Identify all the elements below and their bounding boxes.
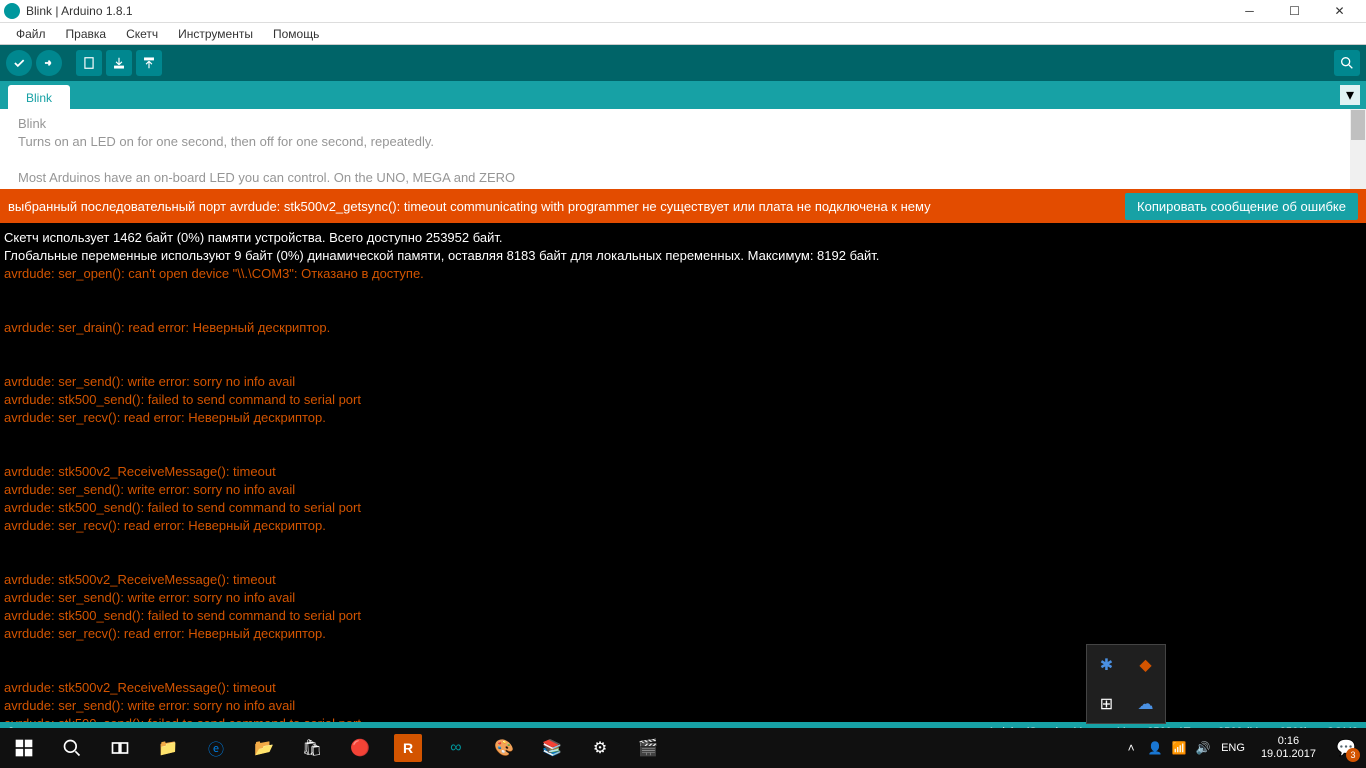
copy-error-button[interactable]: Копировать сообщение об ошибке [1125, 193, 1358, 220]
code-line: Turns on an LED on for one second, then … [18, 134, 434, 149]
console-error-line: avrdude: stk500v2_ReceiveMessage(): time… [4, 572, 276, 587]
titlebar: Blink | Arduino 1.8.1 ─ ☐ ✕ [0, 0, 1366, 23]
taskview-button[interactable] [96, 728, 144, 768]
console-error-line: avrdude: stk500v2_ReceiveMessage(): time… [4, 680, 276, 695]
menu-tools[interactable]: Инструменты [168, 25, 263, 43]
tray-language[interactable]: ENG [1215, 742, 1251, 754]
adobe-tray-icon[interactable]: ◆ [1126, 645, 1165, 684]
taskbar-video-icon[interactable]: 🎬 [624, 728, 672, 768]
taskbar-winrar-icon[interactable]: 📚 [528, 728, 576, 768]
taskbar-arduino-icon[interactable]: ∞ [432, 728, 480, 768]
menubar: Файл Правка Скетч Инструменты Помощь [0, 23, 1366, 45]
window-title: Blink | Arduino 1.8.1 [26, 4, 1227, 18]
minimize-button[interactable]: ─ [1227, 0, 1272, 22]
console-error-line: avrdude: ser_open(): can't open device "… [4, 266, 424, 281]
close-button[interactable]: ✕ [1317, 0, 1362, 22]
code-editor[interactable]: Blink Turns on an LED on for one second,… [0, 109, 1366, 189]
console-error-line: avrdude: stk500_send(): failed to send c… [4, 716, 361, 722]
taskbar-folder-icon[interactable]: 📂 [240, 728, 288, 768]
console-error-line: avrdude: stk500_send(): failed to send c… [4, 608, 361, 623]
verify-button[interactable] [6, 50, 32, 76]
console-line: Скетч использует 1462 байт (0%) памяти у… [4, 230, 503, 245]
console-error-line: avrdude: ser_recv(): read error: Неверны… [4, 626, 326, 641]
toolbar [0, 45, 1366, 81]
new-button[interactable] [76, 50, 102, 76]
taskbar-edge-icon[interactable]: ⓔ [192, 728, 240, 768]
tray-notifications-icon[interactable]: 💬3 [1326, 728, 1366, 768]
tabbar: Blink ▾ [0, 81, 1366, 109]
console-error-line: avrdude: stk500_send(): failed to send c… [4, 500, 361, 515]
code-scrollbar[interactable] [1350, 109, 1366, 189]
menu-help[interactable]: Помощь [263, 25, 329, 43]
taskbar-store-icon[interactable]: 🛍 [288, 728, 336, 768]
console-error-line: avrdude: stk500v2_ReceiveMessage(): time… [4, 464, 276, 479]
taskbar-paint-icon[interactable]: 🎨 [480, 728, 528, 768]
bluetooth-tray-icon[interactable]: ✱ [1087, 645, 1126, 684]
console-error-line: avrdude: ser_recv(): read error: Неверны… [4, 410, 326, 425]
tab-blink[interactable]: Blink [8, 85, 70, 109]
error-bar: выбранный последовательный порт avrdude:… [0, 189, 1366, 223]
menu-edit[interactable]: Правка [56, 25, 117, 43]
upload-button[interactable] [36, 50, 62, 76]
serial-monitor-button[interactable] [1334, 50, 1360, 76]
start-button[interactable] [0, 728, 48, 768]
code-line: Most Arduinos have an on-board LED you c… [18, 170, 515, 185]
taskbar-chrome-icon[interactable]: 🔴 [336, 728, 384, 768]
code-line: Blink [18, 116, 46, 131]
scrollbar-thumb[interactable] [1351, 110, 1365, 140]
console-error-line: avrdude: ser_send(): write error: sorry … [4, 374, 295, 389]
onedrive-tray-icon[interactable]: ☁ [1126, 684, 1165, 723]
taskbar-explorer-icon[interactable]: 📁 [144, 728, 192, 768]
console-error-line: avrdude: ser_send(): write error: sorry … [4, 482, 295, 497]
notification-badge: 3 [1346, 748, 1360, 762]
console-error-line: avrdude: ser_drain(): read error: Неверн… [4, 320, 330, 335]
tray-wifi-icon[interactable]: 📶 [1167, 728, 1191, 768]
system-tray-popup: ✱ ◆ ⊞ ☁ [1086, 644, 1166, 724]
console-line: Глобальные переменные используют 9 байт … [4, 248, 879, 263]
open-button[interactable] [106, 50, 132, 76]
tray-people-icon[interactable]: 👤 [1143, 728, 1167, 768]
error-message: выбранный последовательный порт avrdude:… [8, 199, 1125, 214]
windows-taskbar: 📁 ⓔ 📂 🛍 🔴 R ∞ 🎨 📚 ⚙ 🎬 ˄ 👤 📶 🔊 ENG 0:16 1… [0, 728, 1366, 768]
arduino-app-icon [4, 3, 20, 19]
menu-sketch[interactable]: Скетч [116, 25, 168, 43]
taskbar-revit-icon[interactable]: R [394, 734, 422, 762]
save-button[interactable] [136, 50, 162, 76]
search-button[interactable] [48, 728, 96, 768]
defender-tray-icon[interactable]: ⊞ [1087, 684, 1126, 723]
tray-time: 0:16 [1261, 735, 1316, 748]
tab-menu-button[interactable]: ▾ [1340, 85, 1360, 105]
console-error-line: avrdude: ser_send(): write error: sorry … [4, 590, 295, 605]
maximize-button[interactable]: ☐ [1272, 0, 1317, 22]
console-error-line: avrdude: stk500_send(): failed to send c… [4, 392, 361, 407]
tray-volume-icon[interactable]: 🔊 [1191, 728, 1215, 768]
menu-file[interactable]: Файл [6, 25, 56, 43]
tray-clock[interactable]: 0:16 19.01.2017 [1251, 735, 1326, 761]
taskbar-app-icon[interactable]: ⚙ [576, 728, 624, 768]
tray-date: 19.01.2017 [1261, 748, 1316, 761]
console-error-line: avrdude: ser_send(): write error: sorry … [4, 698, 295, 713]
tray-chevron-icon[interactable]: ˄ [1119, 728, 1143, 768]
window-controls: ─ ☐ ✕ [1227, 0, 1362, 22]
console-error-line: avrdude: ser_recv(): read error: Неверны… [4, 518, 326, 533]
